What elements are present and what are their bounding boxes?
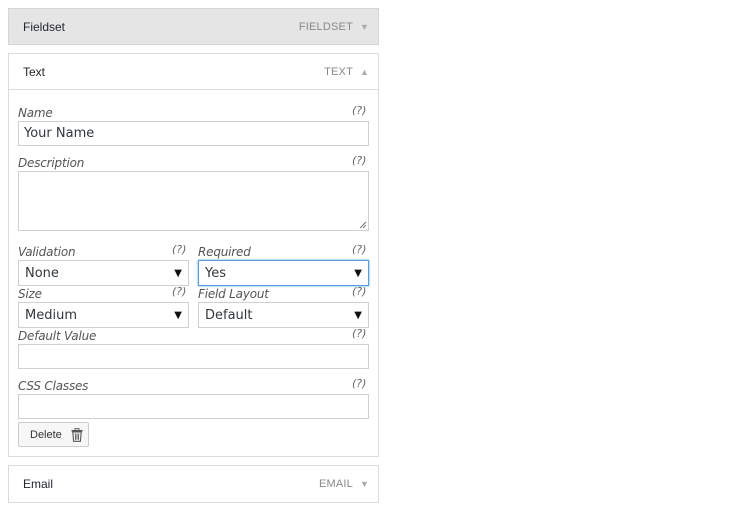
required-help-icon[interactable]: (?) bbox=[352, 243, 366, 256]
css-classes-input[interactable] bbox=[18, 394, 369, 419]
description-help-icon[interactable]: (?) bbox=[352, 154, 366, 167]
panel-title: Email bbox=[23, 477, 54, 491]
resize-grip-icon[interactable] bbox=[359, 221, 367, 229]
panel-type-label: TEXT bbox=[324, 65, 353, 78]
description-textarea[interactable] bbox=[18, 171, 369, 231]
required-select[interactable]: Yes ▼ bbox=[198, 260, 369, 286]
field-layout-select[interactable]: Default ▼ bbox=[198, 302, 369, 328]
expand-arrow-icon[interactable]: ▼ bbox=[360, 22, 369, 32]
panel-title: Text bbox=[23, 64, 46, 79]
size-help-icon[interactable]: (?) bbox=[172, 285, 186, 298]
description-label: Description bbox=[18, 156, 85, 170]
expand-arrow-icon[interactable]: ▼ bbox=[360, 479, 369, 489]
size-select[interactable]: Medium ▼ bbox=[18, 302, 189, 328]
delete-button[interactable]: Delete bbox=[18, 422, 89, 447]
name-help-icon[interactable]: (?) bbox=[352, 104, 366, 117]
panel-type-label: EMAIL bbox=[318, 478, 353, 490]
validation-label: Validation bbox=[18, 245, 76, 259]
default-value-input[interactable] bbox=[18, 344, 369, 369]
caret-down-icon: ▼ bbox=[174, 309, 182, 321]
name-label: Name bbox=[18, 106, 53, 120]
trash-icon bbox=[71, 428, 83, 442]
panel-type-label: FIELDSET bbox=[298, 21, 353, 33]
css-classes-label: CSS Classes bbox=[18, 379, 89, 393]
fieldset-panel: Fieldset FIELDSET ▼ bbox=[8, 8, 379, 45]
email-panel: Email EMAIL ▼ bbox=[8, 465, 379, 503]
text-panel-header[interactable]: Text TEXT ▲ bbox=[9, 54, 378, 90]
required-select-value: Yes bbox=[205, 265, 226, 281]
name-input-value: Your Name bbox=[24, 126, 95, 141]
collapse-arrow-icon[interactable]: ▲ bbox=[360, 67, 369, 77]
default-value-help-icon[interactable]: (?) bbox=[352, 327, 366, 340]
text-panel: Text TEXT ▲ Name (?) Your Name Descripti… bbox=[8, 53, 379, 457]
caret-down-icon: ▼ bbox=[174, 267, 182, 279]
field-layout-label: Field Layout bbox=[198, 287, 269, 301]
required-label: Required bbox=[198, 245, 251, 259]
panel-title: Fieldset bbox=[23, 20, 66, 34]
field-layout-select-value: Default bbox=[205, 307, 253, 323]
caret-down-icon: ▼ bbox=[354, 267, 362, 279]
validation-select[interactable]: None ▼ bbox=[18, 260, 189, 286]
delete-button-label: Delete bbox=[30, 428, 62, 441]
fieldset-panel-header[interactable]: Fieldset FIELDSET ▼ bbox=[9, 9, 378, 45]
size-select-value: Medium bbox=[25, 307, 77, 323]
validation-select-value: None bbox=[25, 265, 59, 281]
caret-down-icon: ▼ bbox=[354, 309, 362, 321]
email-panel-header[interactable]: Email EMAIL ▼ bbox=[9, 466, 378, 502]
css-classes-help-icon[interactable]: (?) bbox=[352, 377, 366, 390]
field-layout-help-icon[interactable]: (?) bbox=[352, 285, 366, 298]
size-label: Size bbox=[18, 287, 42, 301]
name-input[interactable]: Your Name bbox=[18, 121, 369, 146]
default-value-label: Default Value bbox=[18, 329, 97, 343]
validation-help-icon[interactable]: (?) bbox=[172, 243, 186, 256]
